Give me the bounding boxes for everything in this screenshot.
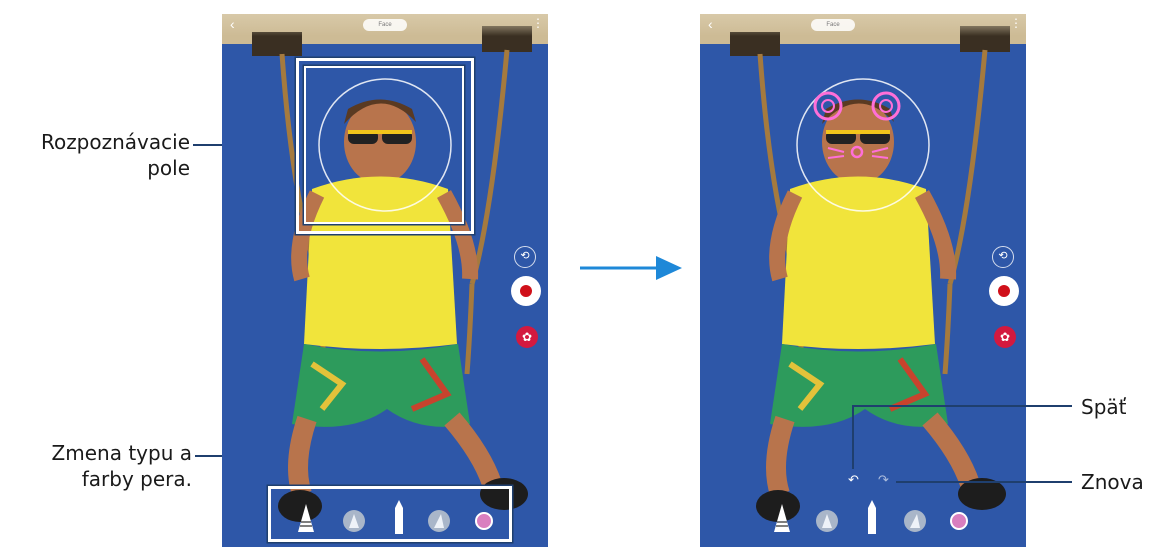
pen-type-icon[interactable]: [772, 502, 792, 539]
redo-icon[interactable]: ↷: [878, 472, 889, 488]
callout-pen-change: Zmena typu a farby pera.: [0, 440, 192, 492]
callout-redo: Znova: [1081, 470, 1144, 494]
camera-top-bar: [700, 14, 1026, 36]
photo-boy-with-drawing: [700, 14, 1026, 547]
callout-recognition-field-line1: Rozpoznávacie: [40, 130, 190, 154]
callout-line-undo-h: [852, 405, 1072, 407]
transition-arrow-icon: [580, 256, 682, 280]
more-vert-icon[interactable]: ⋮: [1010, 16, 1022, 30]
highlighter-pen-icon[interactable]: [904, 510, 926, 532]
back-arrow-icon[interactable]: ‹: [230, 16, 235, 32]
callout-pen-change-line1: Zmena typu a: [51, 441, 192, 465]
callout-recognition-field-line2: pole: [147, 156, 190, 180]
callout-undo: Späť: [1081, 395, 1127, 419]
callout-line-undo-v: [852, 405, 854, 469]
pen-toolbar-box: [268, 486, 512, 542]
mode-selector[interactable]: Face: [811, 19, 855, 31]
switch-camera-icon[interactable]: ⟲: [992, 246, 1014, 268]
callout-pen-change-line2: farby pera.: [81, 467, 192, 491]
recognition-field-box-inner: [304, 66, 464, 224]
record-button[interactable]: [511, 276, 541, 306]
sticker-button[interactable]: ✿: [516, 326, 538, 348]
camera-screen-after: ‹ Face ⋮ ⟲ ✿ ↶ ↷: [700, 14, 1026, 547]
back-arrow-icon[interactable]: ‹: [708, 16, 713, 32]
callout-line-redo: [896, 481, 1072, 483]
undo-icon[interactable]: ↶: [848, 472, 859, 488]
pen-color-swatch[interactable]: [950, 512, 968, 530]
callout-recognition-field: Rozpoznávacie pole: [0, 129, 190, 181]
record-button[interactable]: [989, 276, 1019, 306]
mode-selector[interactable]: Face: [363, 19, 407, 31]
marker-pen-icon[interactable]: [816, 510, 838, 532]
switch-camera-icon[interactable]: ⟲: [514, 246, 536, 268]
brush-pen-icon[interactable]: [865, 498, 879, 539]
sticker-button[interactable]: ✿: [994, 326, 1016, 348]
more-vert-icon[interactable]: ⋮: [532, 16, 544, 30]
